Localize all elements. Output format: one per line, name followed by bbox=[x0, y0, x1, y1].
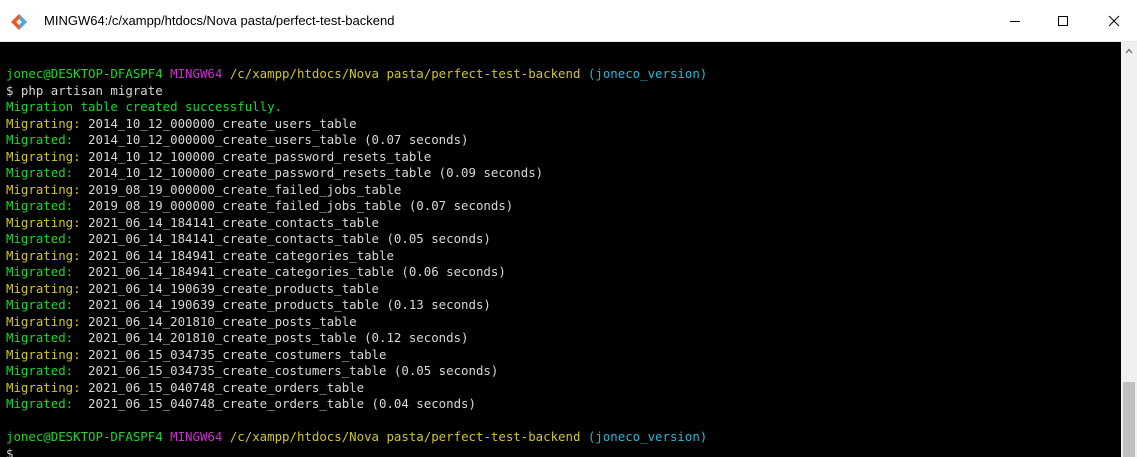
close-icon bbox=[1108, 15, 1120, 27]
git-bash-icon bbox=[11, 14, 27, 30]
minimize-icon bbox=[1010, 21, 1020, 22]
prompt-mingw: MINGW64 bbox=[170, 66, 223, 81]
prompt-path: /c/xampp/htdocs/Nova pasta/perfect-test-… bbox=[229, 429, 581, 444]
scroll-up-button[interactable] bbox=[1121, 42, 1137, 59]
migration-line: Migrating: 2021_06_14_184941_create_cate… bbox=[6, 247, 394, 263]
migration-line: Migrated: 2014_10_12_000000_create_users… bbox=[6, 132, 469, 147]
terminal-console[interactable]: jonec@DESKTOP-DFASPF4 MINGW64 /c/xampp/h… bbox=[0, 42, 1121, 457]
prompt-user: jonec@DESKTOP-DFASPF4 bbox=[6, 66, 163, 81]
terminal-output: jonec@DESKTOP-DFASPF4 MINGW64 /c/xampp/h… bbox=[6, 66, 707, 457]
migration-line: Migrating: 2021_06_14_184141_create_cont… bbox=[6, 214, 380, 230]
close-button[interactable] bbox=[1091, 0, 1137, 42]
migration-line: Migrated: 2021_06_14_184141_create_conta… bbox=[6, 231, 491, 246]
migration-line: Migrated: 2021_06_14_184941_create_categ… bbox=[6, 264, 506, 279]
migration-line: Migrating: 2021_06_14_190639_create_prod… bbox=[6, 280, 380, 296]
maximize-icon bbox=[1058, 16, 1068, 26]
migration-line: Migrated: 2021_06_15_034735_create_costu… bbox=[6, 363, 499, 378]
prompt-line: jonec@DESKTOP-DFASPF4 MINGW64 /c/xampp/h… bbox=[6, 66, 707, 83]
scroll-thumb[interactable] bbox=[1123, 382, 1135, 457]
migration-line: Migrated: 2021_06_14_201810_create_posts… bbox=[6, 330, 469, 345]
migration-line: Migrating: 2021_06_15_034735_create_cost… bbox=[6, 346, 387, 362]
chevron-up-icon bbox=[1125, 48, 1133, 53]
migration-line: Migrating: 2014_10_12_000000_create_user… bbox=[6, 115, 357, 131]
migration-line: Migrated: 2021_06_14_190639_create_produ… bbox=[6, 297, 491, 312]
migration-line: Migrating: 2019_08_19_000000_create_fail… bbox=[6, 181, 402, 197]
migration-line: Migrated: 2019_08_19_000000_create_faile… bbox=[6, 198, 514, 213]
prompt-line: jonec@DESKTOP-DFASPF4 MINGW64 /c/xampp/h… bbox=[6, 429, 707, 446]
migration-line: Migrating: 2021_06_15_040748_create_orde… bbox=[6, 379, 365, 395]
command-input-line[interactable]: $ bbox=[6, 446, 707, 457]
command-line: $ php artisan migrate bbox=[6, 82, 163, 98]
vertical-scrollbar[interactable] bbox=[1121, 42, 1137, 457]
title-bar: MINGW64:/c/xampp/htdocs/Nova pasta/perfe… bbox=[0, 0, 1137, 42]
migration-table-created: Migration table created successfully. bbox=[6, 99, 283, 114]
migration-line: Migrated: 2021_06_15_040748_create_order… bbox=[6, 396, 476, 411]
prompt-branch: (joneco_version) bbox=[587, 429, 708, 444]
minimize-button[interactable] bbox=[992, 0, 1038, 42]
prompt-user: jonec@DESKTOP-DFASPF4 bbox=[6, 429, 163, 444]
migration-line: Migrated: 2014_10_12_100000_create_passw… bbox=[6, 165, 544, 180]
window-title: MINGW64:/c/xampp/htdocs/Nova pasta/perfe… bbox=[44, 13, 395, 28]
maximize-button[interactable] bbox=[1040, 0, 1086, 42]
prompt-path: /c/xampp/htdocs/Nova pasta/perfect-test-… bbox=[229, 66, 581, 81]
prompt-mingw: MINGW64 bbox=[170, 429, 223, 444]
prompt-branch: (joneco_version) bbox=[587, 66, 708, 81]
migration-line: Migrating: 2021_06_14_201810_create_post… bbox=[6, 313, 357, 329]
migration-line: Migrating: 2014_10_12_100000_create_pass… bbox=[6, 148, 432, 164]
